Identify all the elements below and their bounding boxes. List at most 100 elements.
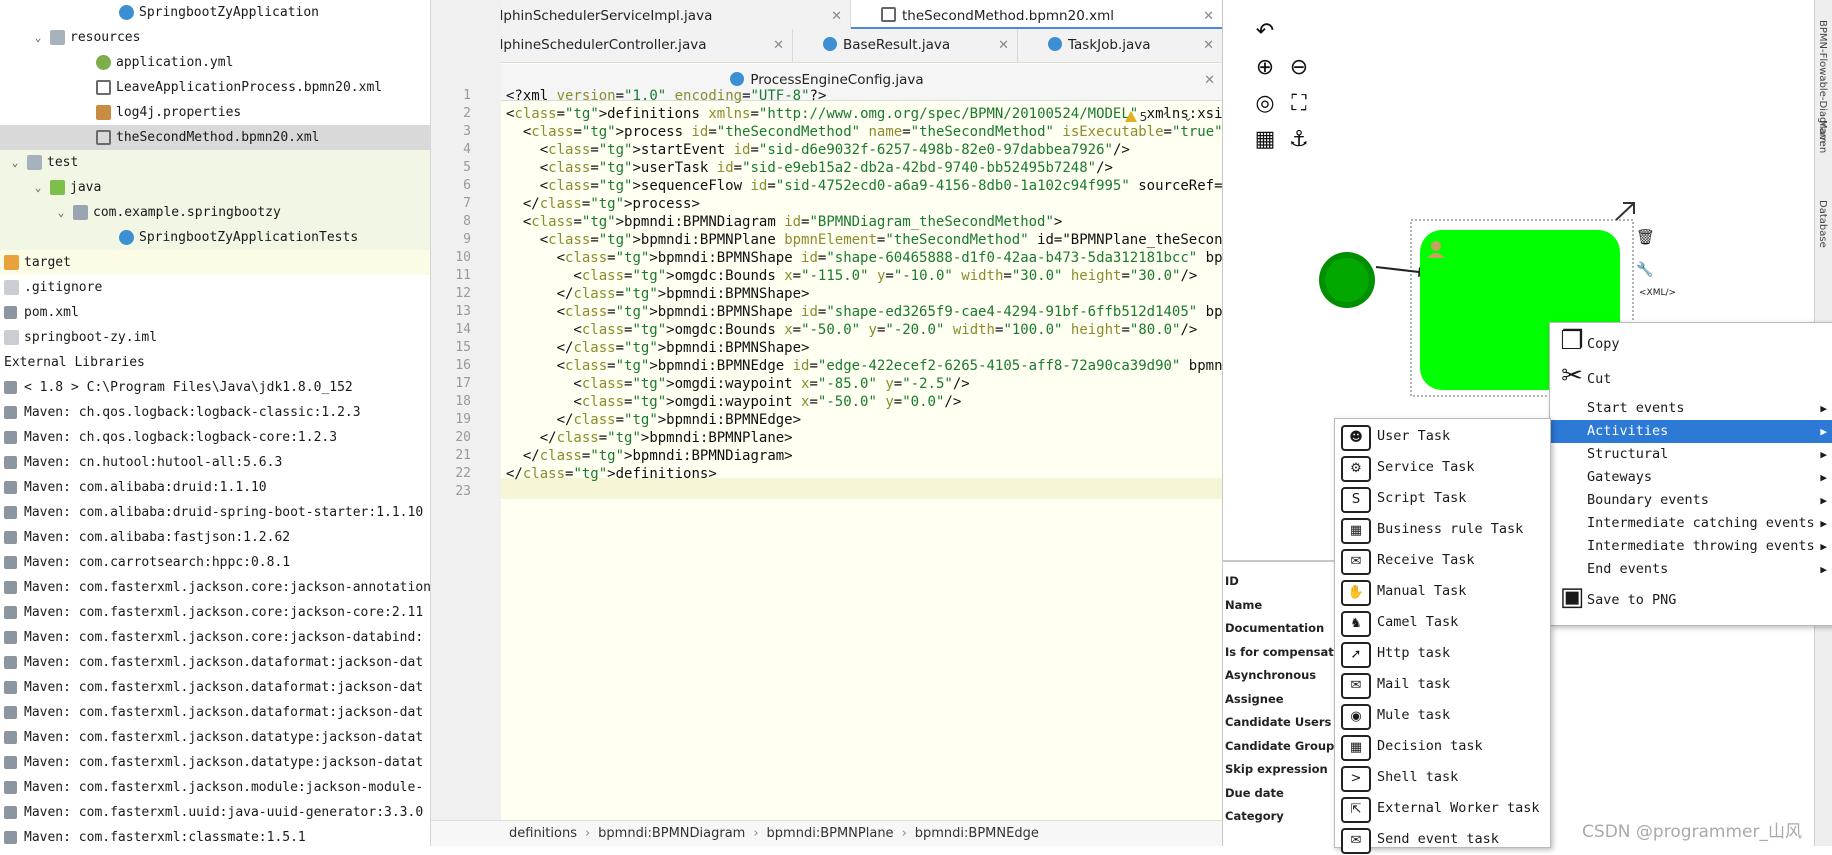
menu-item[interactable]: ⚙ Service Task bbox=[1335, 452, 1550, 483]
tree-item[interactable]: ⌄ test bbox=[0, 150, 430, 175]
tree-item[interactable]: Maven: com.fasterxml:classmate:1.5.1 bbox=[0, 825, 430, 846]
tree-item[interactable]: Maven: com.fasterxml.jackson.module:jack… bbox=[0, 775, 430, 800]
tree-item[interactable]: ⌄ java bbox=[0, 175, 430, 200]
code-line[interactable]: <class="tg">omgdi:waypoint x="-50.0" y="… bbox=[506, 394, 961, 410]
editor-tab[interactable]: BaseResult.java ✕ bbox=[793, 29, 1018, 62]
menu-item[interactable]: ✂ Cut bbox=[1550, 362, 1832, 396]
tree-item[interactable]: Maven: ch.qos.logback:logback-classic:1.… bbox=[0, 400, 430, 425]
tree-item[interactable]: Maven: cn.hutool:hutool-all:5.6.3 bbox=[0, 450, 430, 475]
tree-item[interactable]: log4j.properties bbox=[0, 100, 430, 125]
tree-item[interactable]: Maven: com.fasterxml.jackson.core:jackso… bbox=[0, 600, 430, 625]
expand-arrow-icon[interactable]: ⌄ bbox=[9, 150, 21, 175]
tree-item[interactable]: Maven: com.fasterxml.jackson.dataformat:… bbox=[0, 700, 430, 725]
tree-item[interactable]: application.yml bbox=[0, 50, 430, 75]
tree-item[interactable]: < 1.8 > C:\Program Files\Java\jdk1.8.0_1… bbox=[0, 375, 430, 400]
tree-item[interactable]: Maven: com.alibaba:fastjson:1.2.62 bbox=[0, 525, 430, 550]
code-editor[interactable]: DolphinSchedulerServiceImpl.java ✕ theSeco… bbox=[430, 0, 1282, 846]
code-line[interactable]: <class="tg">sequenceFlow id="sid-4752ecd… bbox=[506, 178, 1273, 194]
tree-item[interactable]: Maven: com.fasterxml.jackson.dataformat:… bbox=[0, 650, 430, 675]
code-line[interactable]: </class="tg">definitions> bbox=[506, 466, 717, 482]
zoom-out-icon[interactable]: ⊖ bbox=[1285, 54, 1313, 82]
tree-item[interactable]: Maven: com.fasterxml.uuid:java-uuid-gene… bbox=[0, 800, 430, 825]
code-line[interactable]: <class="tg">omgdc:Bounds x="-115.0" y="-… bbox=[506, 268, 1197, 284]
tree-item[interactable]: LeaveApplicationProcess.bpmn20.xml bbox=[0, 75, 430, 100]
zoom-fit-icon[interactable]: ⛶ bbox=[1285, 90, 1313, 118]
tree-item[interactable]: .gitignore bbox=[0, 275, 430, 300]
expand-arrow-icon[interactable]: ⌄ bbox=[32, 175, 44, 200]
menu-item[interactable]: ▣ Save to PNG bbox=[1550, 583, 1832, 617]
menu-item[interactable]: ✉ Receive Task bbox=[1335, 545, 1550, 576]
close-tab-icon[interactable]: ✕ bbox=[998, 29, 1009, 62]
tree-item[interactable]: Maven: com.alibaba:druid:1.1.10 bbox=[0, 475, 430, 500]
code-line[interactable]: <class="tg">process id="theSecondMethod"… bbox=[506, 124, 1231, 140]
menu-item[interactable]: ◉ Mule task bbox=[1335, 700, 1550, 731]
menu-item[interactable]: End events ▶ bbox=[1550, 558, 1832, 581]
code-line[interactable]: <class="tg">bpmndi:BPMNShape id="shape-e… bbox=[506, 304, 1274, 320]
expand-arrow-icon[interactable]: ⌄ bbox=[32, 25, 44, 50]
breadcrumb-item[interactable]: definitions bbox=[509, 826, 577, 841]
trash-icon[interactable]: 🗑 bbox=[1636, 228, 1655, 246]
tree-item[interactable]: theSecondMethod.bpmn20.xml bbox=[0, 125, 430, 150]
code-line[interactable]: <class="tg">bpmndi:BPMNShape id="shape-6… bbox=[506, 250, 1274, 266]
tree-item[interactable]: target bbox=[0, 250, 430, 275]
tree-item[interactable]: Maven: com.fasterxml.jackson.datatype:ja… bbox=[0, 725, 430, 750]
tree-item[interactable]: Maven: com.fasterxml.jackson.dataformat:… bbox=[0, 675, 430, 700]
menu-item[interactable]: ▦ Decision task bbox=[1335, 731, 1550, 762]
close-tab-icon[interactable]: ✕ bbox=[773, 29, 784, 62]
side-tool-tab[interactable]: Database bbox=[1817, 200, 1828, 248]
prev-highlight-icon[interactable]: ⌃ bbox=[1161, 110, 1171, 124]
menu-item[interactable]: ▦ Business rule Task bbox=[1335, 514, 1550, 545]
breadcrumb-item[interactable]: bpmndi:BPMNDiagram bbox=[598, 826, 745, 841]
menu-item[interactable]: S Script Task bbox=[1335, 483, 1550, 514]
tree-item[interactable]: SpringbootZyApplication bbox=[0, 0, 430, 25]
side-tool-tab[interactable]: Maven bbox=[1817, 120, 1828, 153]
menu-item[interactable]: ✉ Send event task bbox=[1335, 824, 1550, 855]
menu-item[interactable]: Activities ▶ bbox=[1550, 420, 1832, 443]
menu-item[interactable]: ➚ Http task bbox=[1335, 638, 1550, 669]
tree-item[interactable]: Maven: com.fasterxml.jackson.datatype:ja… bbox=[0, 750, 430, 775]
tree-item[interactable]: ⌄ resources bbox=[0, 25, 430, 50]
tree-item[interactable]: pom.xml bbox=[0, 300, 430, 325]
tree-item[interactable]: springboot-zy.iml bbox=[0, 325, 430, 350]
zoom-actual-icon[interactable]: ◎ bbox=[1251, 90, 1279, 118]
tree-item[interactable]: SpringbootZyApplicationTests bbox=[0, 225, 430, 250]
code-line[interactable]: <class="tg">userTask id="sid-e9eb15a2-db… bbox=[506, 160, 1113, 176]
menu-item[interactable]: Start events ▶ bbox=[1550, 397, 1832, 420]
menu-item[interactable]: ☻ User Task bbox=[1335, 421, 1550, 452]
tree-item[interactable]: ⌄ com.example.springbootzy bbox=[0, 200, 430, 225]
close-tab-icon[interactable]: ✕ bbox=[1204, 64, 1215, 97]
menu-item[interactable]: Gateways ▶ bbox=[1550, 466, 1832, 489]
xml-link[interactable]: <XML/> bbox=[1639, 288, 1676, 298]
menu-item[interactable]: > Shell task bbox=[1335, 762, 1550, 793]
code-line[interactable]: </class="tg">bpmndi:BPMNDiagram> bbox=[506, 448, 793, 464]
tree-item[interactable]: Maven: ch.qos.logback:logback-core:1.2.3 bbox=[0, 425, 430, 450]
menu-item[interactable]: Intermediate catching events ▶ bbox=[1550, 512, 1832, 535]
next-highlight-icon[interactable]: ⌄ bbox=[1183, 110, 1193, 124]
code-line[interactable]: </class="tg">bpmndi:BPMNEdge> bbox=[506, 412, 801, 428]
breadcrumb-item[interactable]: bpmndi:BPMNEdge bbox=[915, 826, 1039, 841]
menu-item[interactable]: ⇱ External Worker task bbox=[1335, 793, 1550, 824]
tree-item[interactable]: Maven: com.alibaba:druid-spring-boot-sta… bbox=[0, 500, 430, 525]
editor-tab[interactable]: theSecondMethod.bpmn20.xml ✕ bbox=[851, 0, 1223, 30]
wrench-icon[interactable]: 🔧 bbox=[1636, 262, 1653, 278]
menu-item[interactable]: Structural ▶ bbox=[1550, 443, 1832, 466]
expand-arrow-icon[interactable]: ⌄ bbox=[55, 200, 67, 225]
code-line[interactable]: <class="tg">omgdc:Bounds x="-50.0" y="-2… bbox=[506, 322, 1197, 338]
menu-item[interactable]: ♞ Camel Task bbox=[1335, 607, 1550, 638]
menu-item[interactable]: ✋ Manual Task bbox=[1335, 576, 1550, 607]
tree-item[interactable]: Maven: com.fasterxml.jackson.core:jackso… bbox=[0, 575, 430, 600]
code-line[interactable]: <class="tg">bpmndi:BPMNDiagram id="BPMND… bbox=[506, 214, 1063, 230]
tree-item[interactable]: Maven: com.carrotsearch:hppc:0.8.1 bbox=[0, 550, 430, 575]
tree-item[interactable]: External Libraries bbox=[0, 350, 430, 375]
code-line[interactable]: <class="tg">startEvent id="sid-d6e9032f-… bbox=[506, 142, 1130, 158]
code-line[interactable]: <class="tg">bpmndi:BPMNPlane bpmnElement… bbox=[506, 232, 1282, 248]
undo-icon[interactable]: ↶ bbox=[1251, 18, 1279, 46]
code-line[interactable]: <class="tg">bpmndi:BPMNEdge id="edge-422… bbox=[506, 358, 1274, 374]
menu-item[interactable]: ❐ Copy bbox=[1550, 327, 1832, 361]
close-tab-icon[interactable]: ✕ bbox=[1203, 29, 1214, 62]
breadcrumb-item[interactable]: bpmndi:BPMNPlane bbox=[767, 826, 894, 841]
editor-tab[interactable]: TaskJob.java ✕ bbox=[1018, 29, 1223, 62]
tree-item[interactable]: Maven: com.fasterxml.jackson.core:jackso… bbox=[0, 625, 430, 650]
code-line[interactable]: </class="tg">bpmndi:BPMNShape> bbox=[506, 286, 810, 302]
code-line[interactable]: </class="tg">process> bbox=[506, 196, 700, 212]
